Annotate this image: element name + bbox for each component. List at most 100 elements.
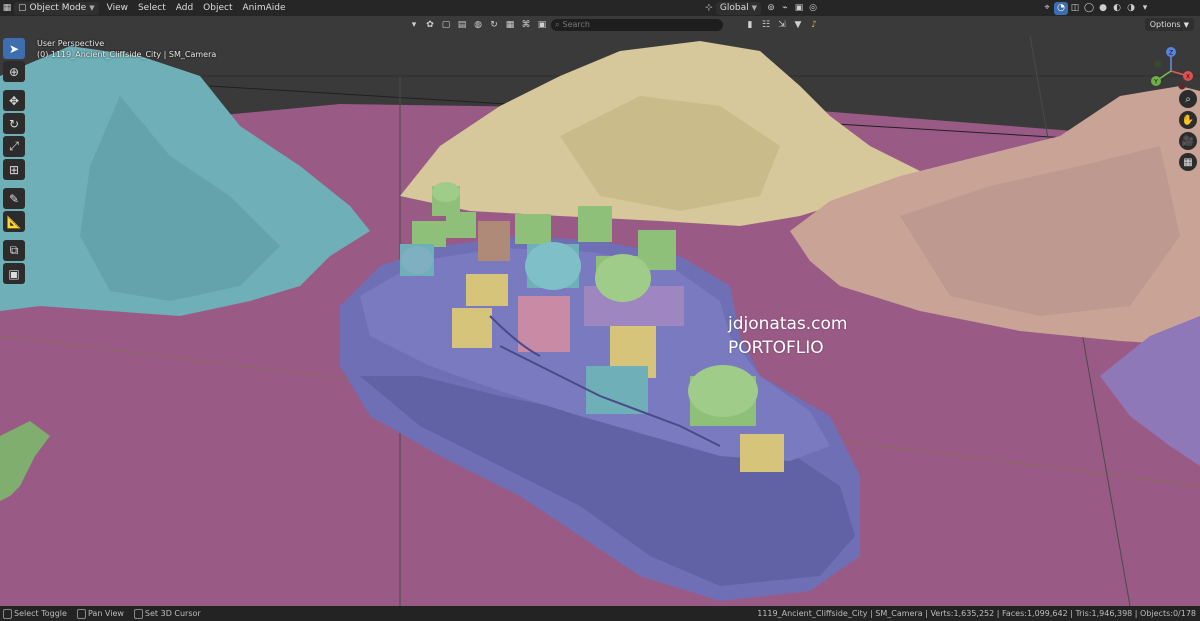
building (478, 221, 510, 261)
viewport-header: ▦ ▢ Object Mode ▼ View Select Add Object… (0, 0, 1200, 16)
cursor-arrow-icon: ➤ (8, 41, 20, 56)
options-label: Options (1149, 20, 1181, 29)
perspective-label: User Perspective (37, 39, 105, 48)
building (740, 434, 784, 472)
menu-object[interactable]: Object (198, 3, 237, 13)
hand-icon: ✋ (1181, 114, 1195, 126)
search-icon: ⌕ (555, 19, 560, 29)
orientation-label: Global (719, 3, 749, 13)
navigation-gizmo[interactable]: Z X Y (1146, 46, 1196, 96)
shading-solid-icon[interactable]: ● (1096, 2, 1110, 15)
building (515, 214, 551, 244)
bookmark-icon[interactable]: ▮ (743, 18, 757, 31)
pan-button[interactable]: ✋ (1179, 111, 1197, 129)
bell-icon[interactable]: ♪ (807, 18, 821, 31)
nodes-icon[interactable]: ⌘ (519, 18, 533, 31)
chevron-down-icon: ▼ (89, 4, 95, 12)
ruler-icon: 📐 (6, 214, 22, 229)
transform-icon: ⊞ (8, 162, 20, 177)
move-tool[interactable]: ✥ (3, 90, 25, 111)
mouse-middle-icon (76, 608, 86, 619)
scene-render[interactable] (0, 16, 1200, 606)
menu-add[interactable]: Add (171, 3, 198, 13)
3d-viewport[interactable]: ▾ ✿ ▢ ▤ ◍ ↻ ▦ ⌘ ▣ ⌕ Search ▮ ☷ ⇲ ▼ ♪ ➤ ⊕… (0, 16, 1200, 606)
watermark-site: jdjonatas.com (728, 314, 848, 334)
color-wheel-icon[interactable]: ✿ (423, 18, 437, 31)
refresh-icon[interactable]: ↻ (487, 18, 501, 31)
render-icon[interactable]: ▣ (535, 18, 549, 31)
gizmo-x-label: X (1186, 74, 1190, 81)
status-bar: Select Toggle Pan View Set 3D Cursor 111… (0, 606, 1200, 621)
dome (595, 254, 651, 302)
layer-icon[interactable]: ▤ (455, 18, 469, 31)
rotate-icon: ↻ (8, 116, 20, 131)
editor-type-icon[interactable]: ▦ (0, 2, 14, 15)
mode-dropdown[interactable]: ▢ Object Mode ▼ (14, 1, 99, 15)
annotate-tool[interactable]: ✎ (3, 188, 25, 209)
gizmo-visibility-icon[interactable]: ⌖ (1040, 2, 1054, 15)
building (586, 366, 648, 414)
dome (432, 182, 460, 202)
building (466, 274, 508, 306)
cursor-tool[interactable]: ⊕ (3, 61, 25, 82)
funnel-icon[interactable]: ▼ (791, 18, 805, 31)
camera-icon: 🎥 (1181, 135, 1195, 147)
shading-rendered-icon[interactable]: ◑ (1124, 2, 1138, 15)
hint-select-toggle: Select Toggle (3, 608, 67, 619)
menu-select[interactable]: Select (133, 3, 171, 13)
cube-add-icon: ⧉ (9, 243, 19, 257)
menu-animaide[interactable]: AnimAide (237, 3, 290, 13)
building (578, 206, 612, 242)
sphere-icon[interactable]: ◍ (471, 18, 485, 31)
scale-tool[interactable]: ⤢ (3, 136, 25, 157)
dome (401, 246, 433, 274)
arrow-icon[interactable]: ⇲ (775, 18, 789, 31)
grid-icon: ▦ (1183, 156, 1193, 168)
hint-label: Pan View (87, 609, 124, 618)
filter-icon[interactable]: ▾ (407, 18, 421, 31)
shading-material-icon[interactable]: ◐ (1110, 2, 1124, 15)
building (518, 296, 570, 352)
select-box-icon[interactable]: ▢ (439, 18, 453, 31)
shading-options-icon[interactable]: ▾ (1138, 2, 1152, 15)
hint-set-cursor: Set 3D Cursor (133, 608, 201, 619)
snap-icon[interactable]: ⌁ (778, 2, 792, 15)
camera-view-button[interactable]: 🎥 (1179, 132, 1197, 150)
tool-shelf: ➤ ⊕ ✥ ↻ ⤢ ⊞ ✎ 📐 ⧉ ▣ (3, 38, 25, 284)
navigation-buttons: ⌕ ✋ 🎥 ▦ (1179, 90, 1197, 171)
building (446, 212, 476, 238)
xray-icon[interactable]: ◫ (1068, 2, 1082, 15)
scene-statistics: 1119_Ancient_Cliffside_City | SM_Camera … (757, 606, 1196, 621)
select-tool[interactable]: ➤ (3, 38, 25, 59)
crosshair-icon: ⊕ (8, 64, 20, 79)
dome (525, 242, 581, 290)
add-mesh-tool[interactable]: ▣ (3, 263, 25, 284)
search-input[interactable]: ⌕ Search (551, 18, 723, 31)
overlay-icon[interactable]: ◔ (1054, 1, 1068, 15)
options-button[interactable]: Options ▼ (1144, 18, 1194, 31)
hint-label: Set 3D Cursor (144, 609, 201, 618)
shading-wireframe-icon[interactable]: ◯ (1082, 2, 1096, 15)
zoom-button[interactable]: ⌕ (1179, 90, 1197, 108)
perspective-toggle-button[interactable]: ▦ (1179, 153, 1197, 171)
gizmo-y-label: Y (1153, 79, 1158, 86)
menu-view[interactable]: View (102, 3, 133, 13)
building (412, 221, 446, 247)
hint-label: Select Toggle (14, 609, 67, 618)
grid-icon[interactable]: ▦ (503, 18, 517, 31)
cube-icon: ▣ (8, 266, 20, 281)
measure-tool[interactable]: 📐 (3, 211, 25, 232)
snap-target-icon[interactable]: ▣ (792, 2, 806, 15)
pivot-point-icon[interactable]: ⊚ (764, 2, 778, 15)
hint-pan-view: Pan View (76, 608, 124, 619)
viewport-header-secondary: ▾ ✿ ▢ ▤ ◍ ↻ ▦ ⌘ ▣ ⌕ Search ▮ ☷ ⇲ ▼ ♪ (407, 18, 821, 31)
watermark: jdjonatas.com PORTOFLIO (728, 312, 847, 360)
orientation-dropdown[interactable]: Global ▼ (715, 1, 761, 15)
scale-icon: ⤢ (9, 139, 19, 153)
search-placeholder: Search (562, 20, 590, 29)
proportional-editing-icon[interactable]: ◎ (806, 2, 820, 15)
transform-tool[interactable]: ⊞ (3, 159, 25, 180)
hierarchy-icon[interactable]: ☷ (759, 18, 773, 31)
rotate-tool[interactable]: ↻ (3, 113, 25, 134)
add-cube-tool[interactable]: ⧉ (3, 240, 25, 261)
